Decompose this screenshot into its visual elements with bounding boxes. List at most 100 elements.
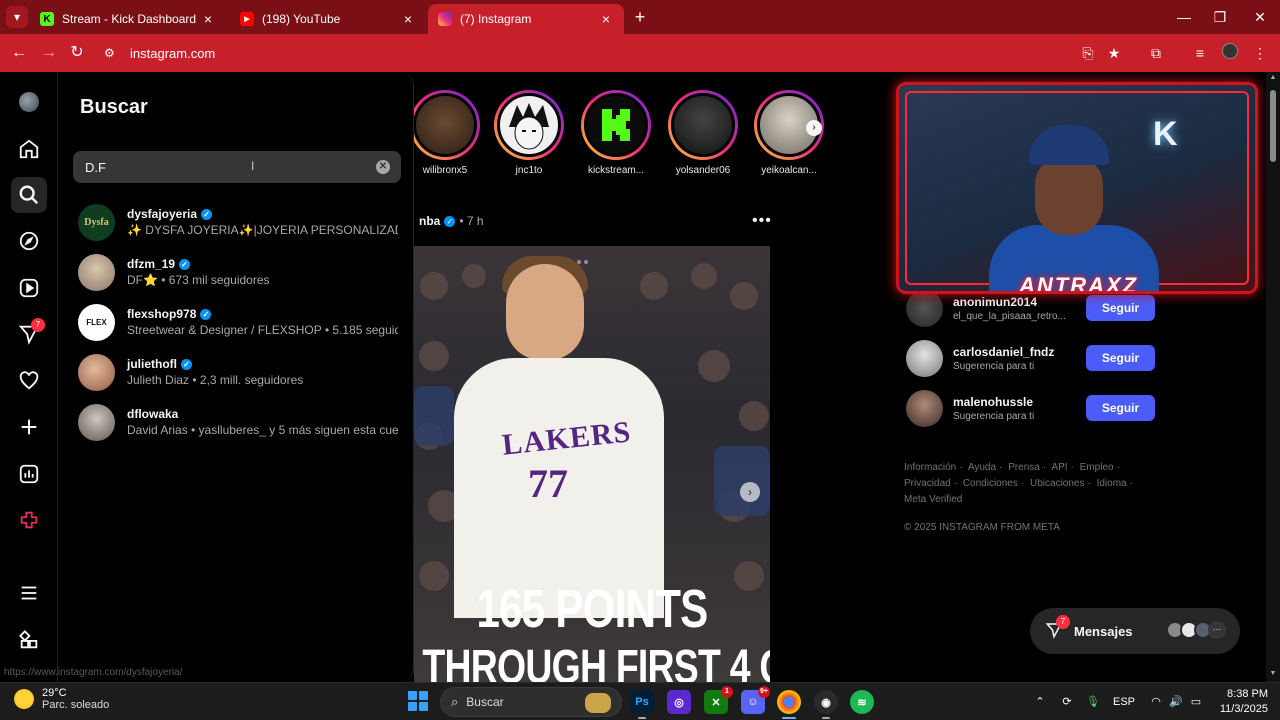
post-options-icon[interactable]: •••: [752, 212, 772, 230]
microphone-icon[interactable]: 🎙: [1085, 693, 1101, 711]
profile-avatar[interactable]: [1220, 43, 1240, 63]
footer-link[interactable]: Prensa: [1008, 462, 1040, 473]
footer-link[interactable]: Ayuda: [968, 462, 996, 473]
sync-icon[interactable]: ⟳: [1058, 693, 1076, 711]
close-tab-icon[interactable]: ×: [400, 11, 416, 27]
footer-link[interactable]: Meta Verified: [904, 494, 962, 505]
search-result[interactable]: juliethofl ✓ Julieth Diaz • 2,3 mill. seg…: [78, 350, 398, 394]
search-input[interactable]: [85, 151, 365, 183]
search-result[interactable]: FLEX flexshop978 ✓ Streetwear & Designer …: [78, 300, 398, 344]
kick-logo-icon: [602, 109, 630, 141]
chrome-icon[interactable]: [777, 690, 801, 719]
close-window-icon[interactable]: ✕: [1248, 6, 1272, 28]
dashboard-chart-icon[interactable]: [11, 456, 47, 492]
show-hidden-icons-chevron-icon[interactable]: ⌃: [1032, 693, 1048, 711]
create-plus-icon[interactable]: [11, 409, 47, 445]
reels-icon[interactable]: [11, 270, 47, 306]
language-indicator[interactable]: ESP: [1112, 693, 1136, 711]
scroll-up-icon[interactable]: ▲: [1269, 74, 1277, 82]
avatar-logo-text: FLEX: [86, 317, 107, 327]
story[interactable]: kickstream...: [579, 90, 653, 176]
footer-link[interactable]: Empleo: [1080, 462, 1114, 473]
tab-kick[interactable]: K Stream - Kick Dashboard ×: [30, 4, 226, 34]
browser-menu-icon[interactable]: ⋮: [1250, 43, 1270, 63]
story[interactable]: yolsander06: [666, 90, 740, 176]
extensions-icon[interactable]: ⧉: [1146, 43, 1166, 63]
clear-search-icon[interactable]: ✕: [376, 160, 390, 174]
footer-link[interactable]: Ubicaciones: [1030, 478, 1084, 489]
reload-icon[interactable]: ↻: [66, 42, 88, 64]
new-tab-button[interactable]: +: [630, 7, 650, 27]
search-icon[interactable]: [11, 177, 47, 213]
tab-instagram[interactable]: (7) Instagram ×: [428, 4, 624, 34]
weather-widget[interactable]: 29°C Parc. soleado: [14, 687, 109, 711]
taskbar-search[interactable]: ⌕ Buscar: [440, 687, 622, 717]
page-scrollbar[interactable]: ▲ ▼: [1266, 72, 1280, 682]
story[interactable]: wilibronx5: [414, 90, 482, 176]
restore-icon[interactable]: ❐: [1208, 6, 1232, 28]
system-clock[interactable]: 8:38 PM 11/3/2025: [1208, 687, 1268, 717]
home-icon[interactable]: [11, 131, 47, 167]
spotify-icon[interactable]: ≋: [850, 690, 874, 714]
story[interactable]: jnc1to: [492, 90, 566, 176]
footer-link[interactable]: Idioma: [1097, 478, 1127, 489]
messages-button[interactable]: 7 Mensajes ⋯: [1030, 608, 1240, 654]
post-image[interactable]: LAKERS 77 165 POINTS THROUGH FIRST 4 GAM…: [414, 246, 770, 682]
avatar[interactable]: [906, 339, 943, 377]
battery-icon[interactable]: ▭: [1188, 693, 1204, 711]
wifi-icon[interactable]: ◠: [1148, 693, 1164, 711]
notifications-heart-icon[interactable]: [11, 363, 47, 399]
scroll-thumb[interactable]: [1270, 90, 1276, 162]
xbox-icon[interactable]: ✕ 1: [704, 686, 733, 714]
kick-icon: K: [40, 12, 54, 26]
bookmark-star-icon[interactable]: ★: [1104, 43, 1124, 63]
site-settings-icon[interactable]: ⚙: [104, 46, 120, 60]
suggestion-username[interactable]: carlosdaniel_fndz: [953, 345, 1073, 359]
footer-link[interactable]: Privacidad: [904, 478, 951, 489]
messenger-icon[interactable]: 7: [11, 316, 47, 352]
follow-button[interactable]: Seguir: [1086, 345, 1155, 371]
windows-start-icon[interactable]: [408, 691, 428, 711]
forward-icon[interactable]: →: [38, 42, 60, 64]
threads-plus-icon[interactable]: [11, 502, 47, 538]
media-control-icon[interactable]: ≡: [1190, 43, 1210, 63]
minimize-icon[interactable]: —: [1172, 6, 1196, 28]
search-result[interactable]: dfzm_19 ✓ DF⭐ • 673 mil seguidores: [78, 250, 398, 294]
also-from-meta-icon[interactable]: [11, 622, 47, 658]
follow-button[interactable]: Seguir: [1086, 295, 1155, 321]
tab-search-chevron-icon[interactable]: ▾: [6, 6, 28, 28]
search-box[interactable]: I ✕: [73, 151, 401, 183]
carousel-next-icon[interactable]: ›: [740, 482, 760, 502]
photoshop-icon[interactable]: Ps: [630, 690, 654, 719]
footer-link[interactable]: Condiciones: [963, 478, 1018, 489]
footer-link[interactable]: API: [1051, 462, 1067, 473]
close-tab-icon[interactable]: ×: [200, 11, 216, 27]
stories-next-icon[interactable]: ›: [806, 120, 822, 136]
follow-button[interactable]: Seguir: [1086, 395, 1155, 421]
avatar[interactable]: [906, 289, 943, 327]
search-result[interactable]: dflowaka David Arias • yaslluberes_ y 5 …: [78, 400, 398, 444]
footer-link[interactable]: Información: [904, 462, 956, 473]
search-result[interactable]: Dysfa dysfajoyeria ✓ ✨ DYSFA JOYERIA✨|JOY…: [78, 200, 398, 244]
clock-date: 11/3/2025: [1219, 703, 1268, 715]
tab-youtube[interactable]: ▶ (198) YouTube ×: [230, 4, 426, 34]
obs-icon[interactable]: ◉: [814, 690, 838, 719]
result-subtitle: Julieth Diaz • 2,3 mill. seguidores: [127, 373, 304, 387]
install-app-icon[interactable]: ⎘: [1078, 43, 1098, 63]
explore-compass-icon[interactable]: [11, 223, 47, 259]
more-menu-icon[interactable]: [11, 575, 47, 611]
suggestion-username[interactable]: anonimun2014: [953, 295, 1073, 309]
post-username[interactable]: nba: [419, 214, 440, 228]
discord-icon[interactable]: ☺ 9+: [741, 686, 770, 714]
back-icon[interactable]: ←: [8, 42, 30, 64]
address-bar[interactable]: ⚙ instagram.com: [104, 40, 1104, 66]
scroll-down-icon[interactable]: ▼: [1269, 670, 1277, 678]
instagram-logo-icon[interactable]: [11, 84, 47, 120]
app-icon[interactable]: ◎: [667, 690, 691, 714]
suggestion-username[interactable]: malenohussle: [953, 395, 1073, 409]
avatar-logo-text: Dysfa: [84, 216, 109, 228]
close-tab-icon[interactable]: ×: [598, 11, 614, 27]
verified-badge-icon: ✓: [201, 208, 213, 220]
volume-icon[interactable]: 🔊: [1168, 693, 1184, 711]
avatar[interactable]: [906, 389, 943, 427]
